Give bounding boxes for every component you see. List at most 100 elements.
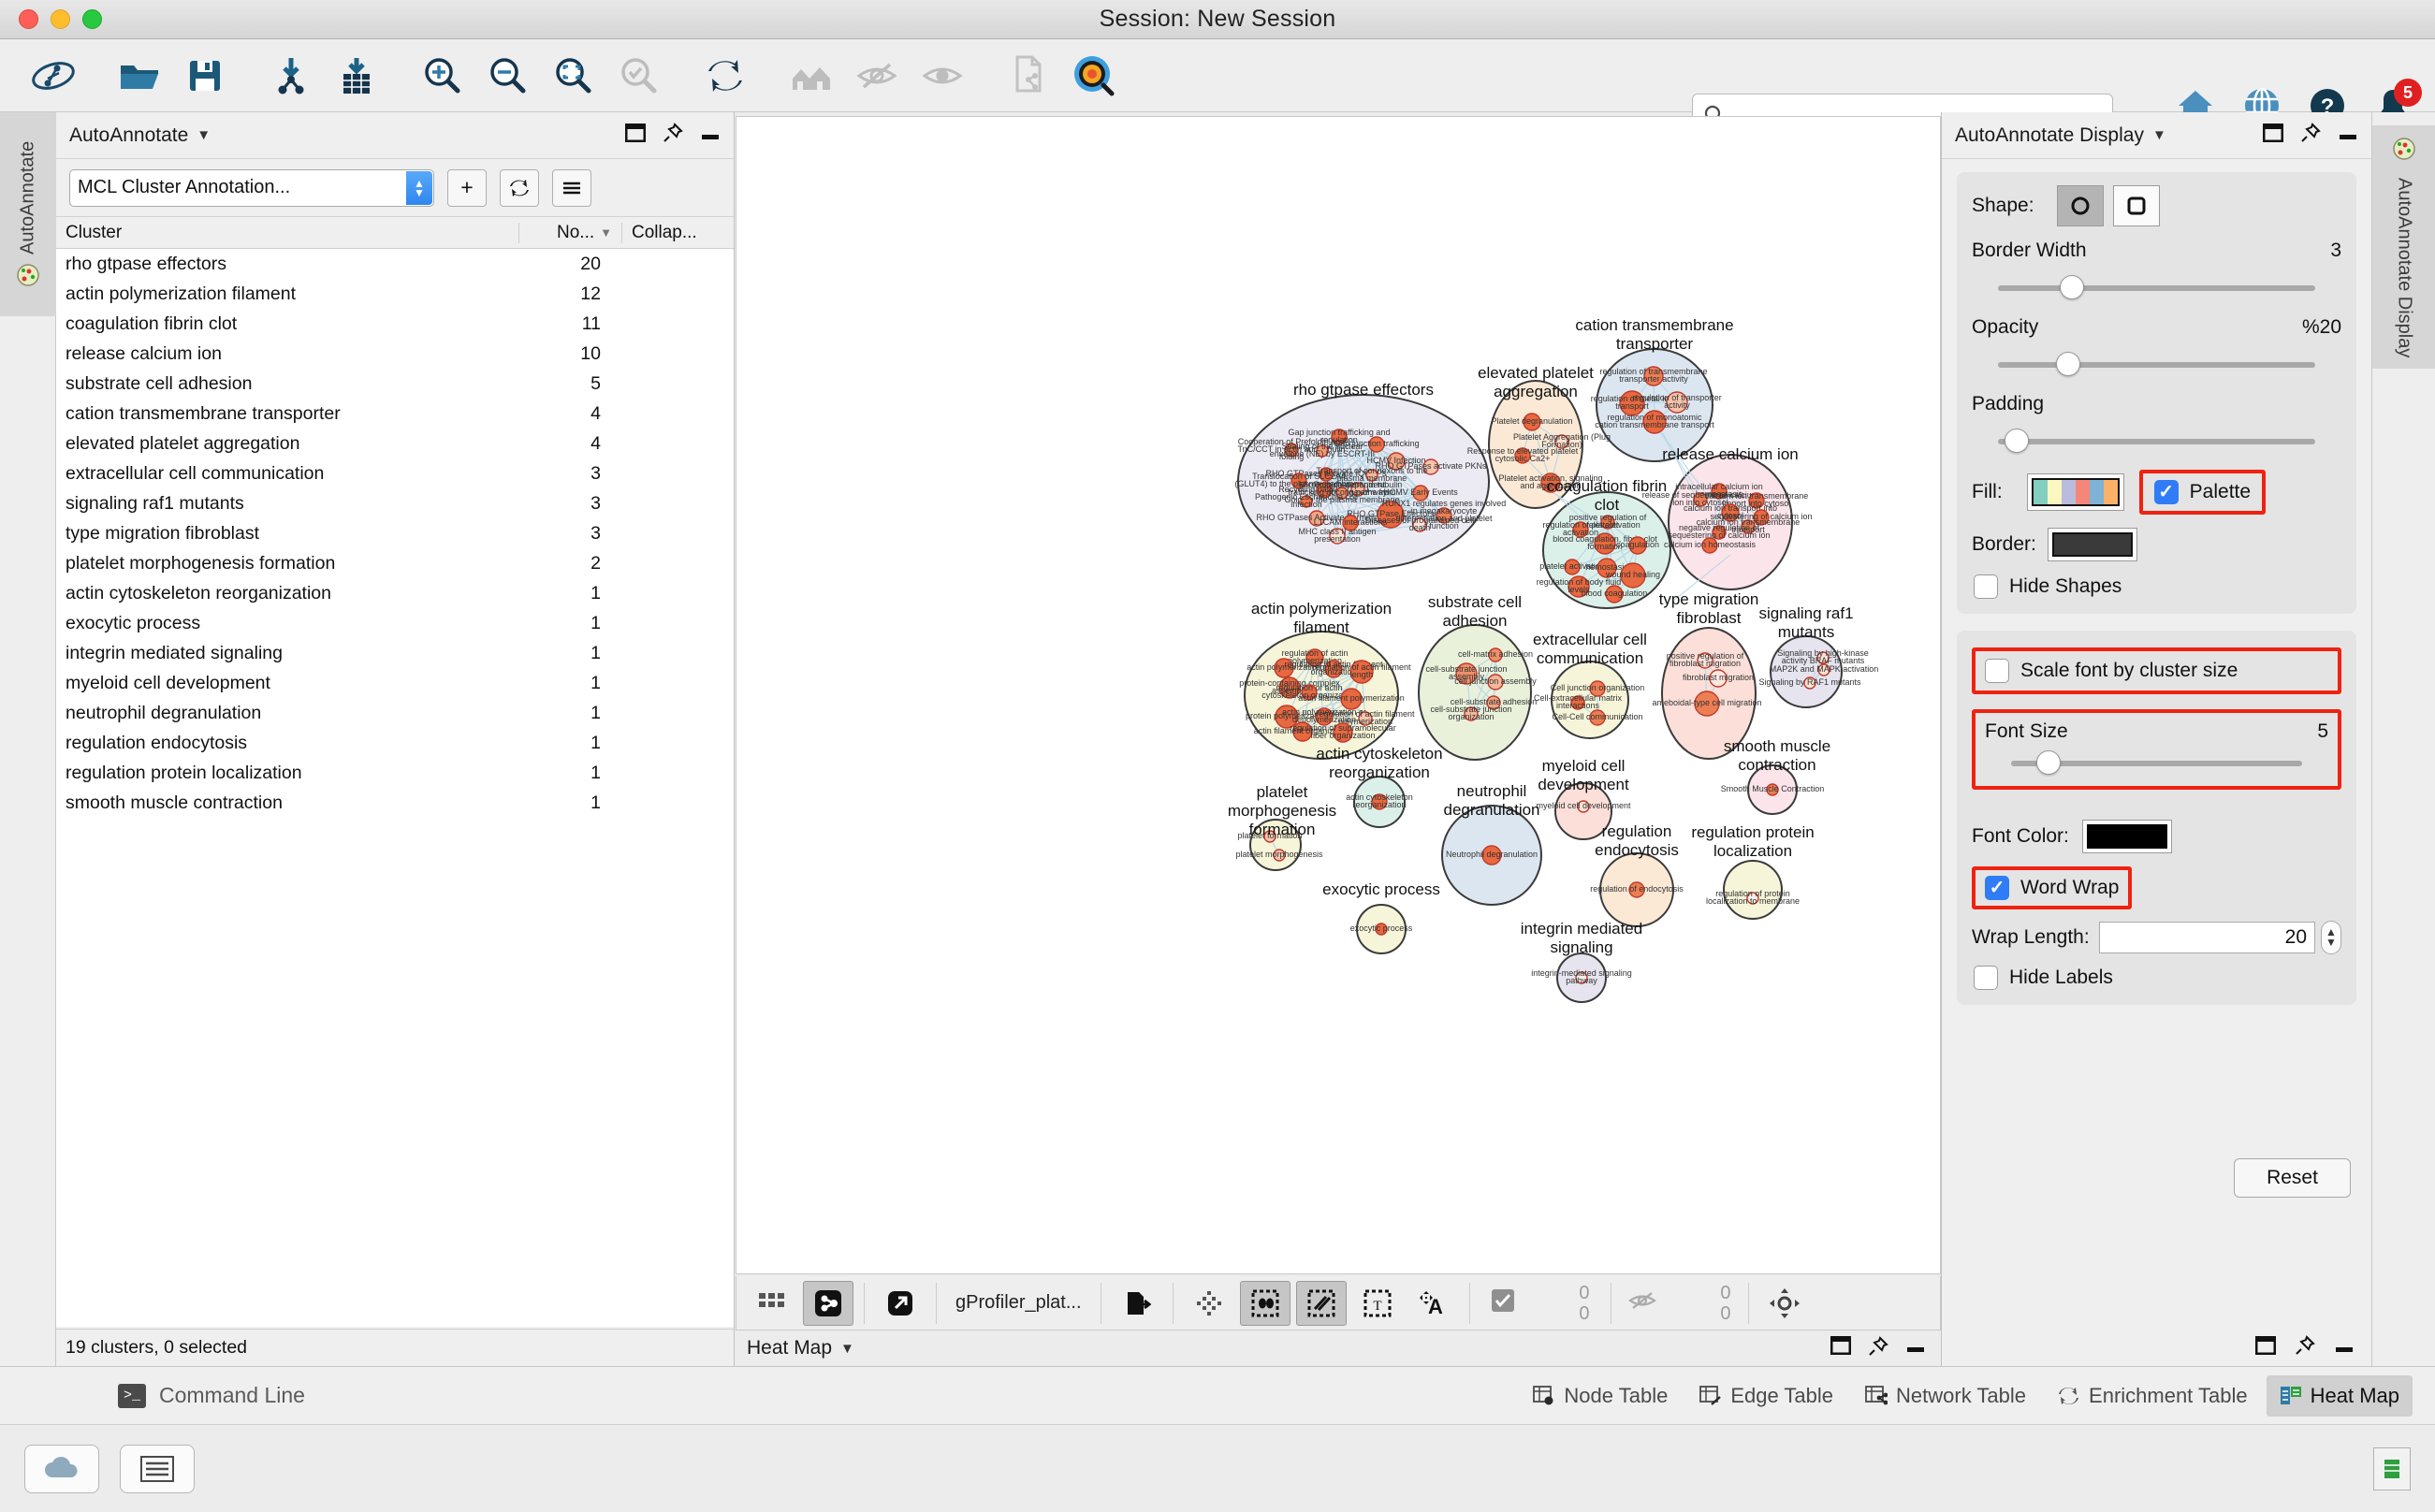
cluster-label[interactable]: neutrophil xyxy=(1457,782,1527,800)
pin-icon[interactable] xyxy=(2300,123,2321,148)
select-annotations-icon[interactable]: T xyxy=(1352,1281,1403,1326)
cluster-label[interactable]: development xyxy=(1538,776,1629,793)
move-labels-icon[interactable]: A xyxy=(1408,1281,1459,1326)
add-annotation-set-button[interactable]: + xyxy=(447,168,487,207)
refresh-icon[interactable] xyxy=(699,50,751,102)
float-window-icon[interactable] xyxy=(2262,123,2284,147)
hide-labels-checkbox[interactable] xyxy=(1974,966,1998,990)
minimize-icon[interactable] xyxy=(700,124,721,147)
show-all-icon[interactable] xyxy=(785,50,838,102)
memory-status-icon[interactable] xyxy=(2373,1447,2411,1490)
zoom-selected-icon[interactable] xyxy=(613,50,665,102)
table-row[interactable]: exocytic process 1 xyxy=(56,608,734,638)
table-row[interactable]: rho gtpase effectors 20 xyxy=(56,249,734,279)
cluster-label[interactable]: aggregation xyxy=(1494,383,1578,400)
table-row[interactable]: platelet morphogenesis formation 2 xyxy=(56,548,734,578)
chevron-down-icon[interactable]: ▼ xyxy=(197,127,211,143)
zoom-out-icon[interactable] xyxy=(482,50,534,102)
padding-slider[interactable] xyxy=(1998,429,2341,453)
chevron-down-icon[interactable]: ▼ xyxy=(2152,127,2166,143)
reset-button[interactable]: Reset xyxy=(2234,1158,2351,1198)
cluster-label[interactable]: integrin mediated xyxy=(1521,920,1642,938)
word-wrap-checkbox[interactable] xyxy=(1985,876,2009,900)
export-arrow-icon[interactable] xyxy=(875,1281,926,1326)
cluster-label[interactable]: mutants xyxy=(1778,623,1834,641)
network-canvas[interactable]: Gap junction trafficking and regulation Co… xyxy=(736,116,1941,1274)
table-row[interactable]: regulation endocytosis 1 xyxy=(56,728,734,758)
cluster-label[interactable]: myeloid cell xyxy=(1542,757,1626,775)
import-table-icon[interactable] xyxy=(330,50,383,102)
cluster-label[interactable]: extracellular cell xyxy=(1533,631,1647,648)
cluster-label[interactable]: endocytosis xyxy=(1595,841,1679,859)
float-window-icon[interactable] xyxy=(2254,1335,2277,1359)
minimize-icon[interactable] xyxy=(1905,1336,1926,1361)
open-folder-icon[interactable] xyxy=(113,50,166,102)
table-row[interactable]: coagulation fibrin clot 11 xyxy=(56,309,734,339)
table-row[interactable]: smooth muscle contraction 1 xyxy=(56,788,734,818)
network-view-icon[interactable] xyxy=(803,1280,853,1326)
cluster-label[interactable]: formation xyxy=(1249,821,1316,838)
table-row[interactable]: integrin mediated signaling 1 xyxy=(56,638,734,668)
table-row[interactable]: regulation protein localization 1 xyxy=(56,758,734,788)
select-nodes-icon[interactable] xyxy=(1239,1280,1290,1326)
cluster-label[interactable]: morphogenesis xyxy=(1228,802,1336,820)
new-network-from-selection-icon[interactable] xyxy=(1002,50,1055,102)
pin-icon[interactable] xyxy=(663,123,683,148)
table-row[interactable]: myeloid cell development 1 xyxy=(56,668,734,698)
column-header-collapsed[interactable]: Collap... xyxy=(621,222,734,243)
cluster-label[interactable]: smooth muscle xyxy=(1724,737,1830,755)
cluster-label[interactable]: release calcium ion xyxy=(1662,445,1799,463)
tab-heat-map[interactable]: Heat Map xyxy=(2266,1374,2413,1417)
cluster-label[interactable]: regulation xyxy=(1602,822,1672,840)
cluster-label[interactable]: regulation protein xyxy=(1691,823,1814,841)
network-name-label[interactable]: gProfiler_plat... xyxy=(944,1292,1093,1314)
fill-palette-swatch[interactable] xyxy=(2026,473,2124,511)
cluster-label[interactable]: reorganization xyxy=(1329,763,1430,781)
border-color-swatch[interactable] xyxy=(2047,528,2137,561)
border-width-slider[interactable] xyxy=(1998,275,2341,299)
float-window-icon[interactable] xyxy=(1830,1335,1852,1361)
pin-icon[interactable] xyxy=(2295,1334,2315,1360)
save-icon[interactable] xyxy=(179,50,231,102)
tab-node-table[interactable]: Node Table xyxy=(1520,1375,1681,1417)
cluster-label[interactable]: degranulation xyxy=(1443,801,1539,819)
column-header-nodes[interactable]: No... ▼ xyxy=(518,222,621,243)
tab-network-table[interactable]: Network Table xyxy=(1852,1375,2039,1417)
selected-checkbox[interactable] xyxy=(1491,1288,1515,1317)
cluster-label[interactable]: localization xyxy=(1713,842,1792,860)
cluster-label[interactable]: signaling xyxy=(1550,938,1612,956)
hide-selected-icon[interactable] xyxy=(851,50,903,102)
font-color-swatch[interactable] xyxy=(2081,820,2172,853)
cluster-label[interactable]: fibroblast xyxy=(1677,609,1742,627)
wrap-length-stepper[interactable]: ▲ ▼ xyxy=(2321,921,2341,954)
table-row[interactable]: actin polymerization filament 12 xyxy=(56,279,734,309)
cluster-label[interactable]: type migration xyxy=(1659,590,1759,608)
import-network-icon[interactable] xyxy=(265,50,317,102)
tab-edge-table[interactable]: Edge Table xyxy=(1686,1375,1846,1417)
chevron-down-icon[interactable]: ▼ xyxy=(832,1341,854,1357)
command-line-button[interactable]: >_ Command Line xyxy=(0,1383,305,1408)
opacity-slider[interactable] xyxy=(1998,352,2341,376)
zoom-in-icon[interactable] xyxy=(416,50,469,102)
sidebar-item-autoannotate-display[interactable]: AutoAnnotate Display xyxy=(2372,125,2435,370)
grid-layout-icon[interactable] xyxy=(747,1281,797,1326)
slider-knob[interactable] xyxy=(2005,429,2030,453)
zoom-fit-icon[interactable] xyxy=(547,50,600,102)
font-size-slider[interactable] xyxy=(2011,750,2328,775)
cluster-label[interactable]: coagulation fibrin xyxy=(1547,477,1668,495)
slider-knob[interactable] xyxy=(2036,750,2062,775)
select-edges-icon[interactable] xyxy=(1295,1280,1347,1326)
tab-enrichment-table[interactable]: Enrichment Table xyxy=(2045,1375,2261,1417)
shape-ellipse-button[interactable] xyxy=(2056,185,2104,226)
hide-shapes-checkbox[interactable] xyxy=(1974,574,1998,599)
palette-checkbox[interactable] xyxy=(2153,480,2179,504)
cluster-label[interactable]: transporter xyxy=(1616,335,1694,353)
slider-knob[interactable] xyxy=(2056,352,2081,376)
cluster-label[interactable]: exocytic process xyxy=(1322,880,1440,898)
fit-selected-icon[interactable] xyxy=(1184,1281,1234,1326)
cluster-label[interactable]: cation transmembrane xyxy=(1575,316,1733,334)
table-row[interactable]: neutrophil degranulation 1 xyxy=(56,698,734,728)
annotation-set-dropdown[interactable]: MCL Cluster Annotation... ▲ ▼ xyxy=(69,168,434,207)
cluster-label[interactable]: platelet xyxy=(1257,783,1308,801)
cluster-label[interactable]: contraction xyxy=(1738,756,1815,774)
